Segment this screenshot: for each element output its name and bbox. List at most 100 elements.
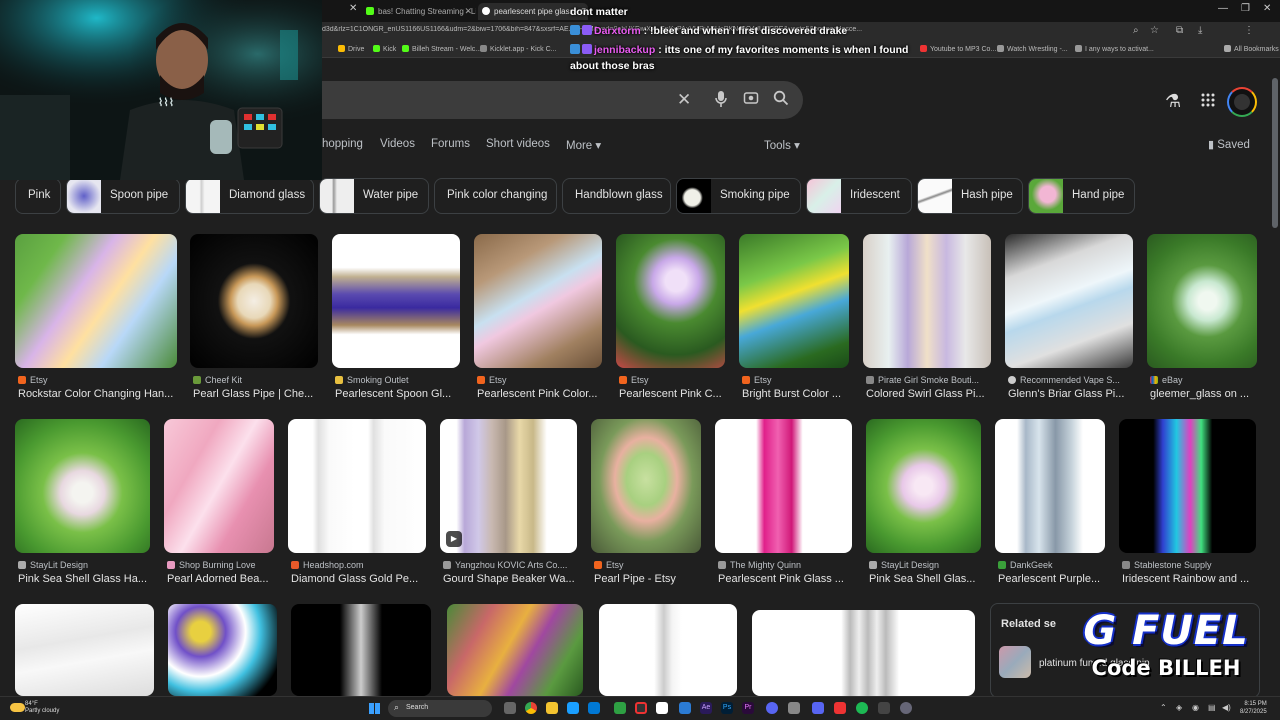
- premiere-icon[interactable]: Pr: [742, 702, 754, 714]
- maximize-icon[interactable]: ❐: [1241, 3, 1250, 14]
- tab-videos[interactable]: Videos: [380, 138, 415, 150]
- result-title[interactable]: Iridescent Rainbow and ...: [1122, 573, 1257, 585]
- chip-hand-pipe[interactable]: Hand pipe: [1028, 178, 1135, 214]
- result-image[interactable]: [15, 234, 177, 368]
- volume-icon[interactable]: ◀): [1222, 703, 1231, 712]
- result-image[interactable]: [168, 604, 277, 696]
- start-button-icon[interactable]: [369, 703, 380, 714]
- weather-widget[interactable]: 84°F Partly cloudy: [10, 701, 59, 715]
- result-image[interactable]: [715, 419, 852, 553]
- result-image[interactable]: [1147, 234, 1257, 368]
- browser-tab-chatting[interactable]: bas! Chatting Streaming - Liv ✕: [362, 3, 476, 20]
- tab-more[interactable]: More ▾: [566, 138, 601, 152]
- result-source[interactable]: Pirate Girl Smoke Bouti...: [866, 375, 979, 385]
- result-image[interactable]: [995, 419, 1105, 553]
- result-image[interactable]: [190, 234, 318, 368]
- voice-search-icon[interactable]: [714, 90, 728, 108]
- settings-gear-icon[interactable]: [900, 702, 912, 714]
- app-icon[interactable]: [679, 702, 691, 714]
- discord-icon[interactable]: [812, 702, 824, 714]
- result-image[interactable]: [591, 419, 701, 553]
- close-tab-icon[interactable]: ✕: [349, 3, 357, 14]
- app-icon[interactable]: [834, 702, 846, 714]
- result-source[interactable]: The Mighty Quinn: [718, 560, 801, 570]
- result-source[interactable]: DankGeek: [998, 560, 1053, 570]
- apps-grid-icon[interactable]: [1201, 91, 1215, 112]
- edge-icon[interactable]: [588, 702, 600, 714]
- account-avatar[interactable]: [1227, 87, 1257, 117]
- app-icon[interactable]: [656, 702, 668, 714]
- result-source[interactable]: Yangzhou KOVIC Arts Co....: [443, 560, 567, 570]
- result-title[interactable]: Pink Sea Shell Glass Ha...: [18, 573, 151, 585]
- scrollbar-thumb[interactable]: [1272, 78, 1278, 228]
- result-image[interactable]: [164, 419, 274, 553]
- result-image[interactable]: [866, 419, 981, 553]
- app-icon[interactable]: [878, 702, 890, 714]
- result-image[interactable]: [863, 234, 991, 368]
- chip-smoking-pipe[interactable]: Smoking pipe: [676, 178, 801, 214]
- chip-pink[interactable]: Pink: [15, 178, 61, 214]
- result-image[interactable]: [1119, 419, 1256, 553]
- result-source[interactable]: Headshop.com: [291, 560, 364, 570]
- result-image[interactable]: [474, 234, 602, 368]
- bookmark-kick[interactable]: Kick: [373, 45, 396, 53]
- tab-forums[interactable]: Forums: [431, 138, 470, 150]
- result-title[interactable]: Pearlescent Pink Color...: [477, 388, 603, 400]
- result-title[interactable]: Pearl Glass Pipe | Che...: [193, 388, 319, 400]
- chrome-icon[interactable]: [525, 702, 537, 714]
- result-image[interactable]: [739, 234, 849, 368]
- system-clock[interactable]: 8:15 PM 8/27/2025: [1240, 700, 1267, 716]
- bookmark-kicklet[interactable]: Kicklet.app - Kick C...: [480, 45, 557, 53]
- chip-pink-color-changing[interactable]: Pink color changing: [434, 178, 557, 214]
- result-title[interactable]: Gourd Shape Beaker Wa...: [443, 573, 578, 585]
- result-title[interactable]: Pearlescent Pink Glass ...: [718, 573, 853, 585]
- zoom-icon[interactable]: ⌕: [1133, 25, 1139, 36]
- bookmark-watch-wrestling[interactable]: Watch Wrestling -...: [997, 45, 1068, 53]
- spotify-icon[interactable]: [856, 702, 868, 714]
- result-image[interactable]: [1005, 234, 1133, 368]
- result-source[interactable]: Etsy: [594, 560, 624, 570]
- taskbar-search[interactable]: Search: [388, 700, 492, 717]
- chip-diamond-glass[interactable]: Diamond glass: [185, 178, 314, 214]
- task-view-icon[interactable]: [504, 702, 516, 714]
- minimize-icon[interactable]: —: [1218, 3, 1228, 14]
- bookmark-star-icon[interactable]: ☆: [1150, 25, 1159, 36]
- result-title[interactable]: Colored Swirl Glass Pi...: [866, 388, 992, 400]
- result-source[interactable]: Shop Burning Love: [167, 560, 256, 570]
- result-source[interactable]: Etsy: [619, 375, 649, 385]
- tools-button[interactable]: Tools ▾: [764, 138, 800, 152]
- result-source[interactable]: eBay: [1150, 375, 1183, 385]
- chip-hash-pipe[interactable]: Hash pipe: [917, 178, 1023, 214]
- result-image[interactable]: [288, 419, 426, 553]
- steam-icon[interactable]: [567, 702, 579, 714]
- close-tab-icon[interactable]: ✕: [464, 6, 472, 17]
- result-title[interactable]: gleemer_glass on ...: [1150, 388, 1258, 400]
- result-image[interactable]: [752, 610, 975, 696]
- file-explorer-icon[interactable]: [546, 702, 558, 714]
- search-input[interactable]: ✕: [300, 81, 803, 119]
- bookmark-youtube-mp3[interactable]: Youtube to MP3 Co...: [920, 45, 996, 53]
- image-search-icon[interactable]: [743, 90, 759, 106]
- result-source[interactable]: Recommended Vape S...: [1008, 375, 1120, 385]
- tab-short-videos[interactable]: Short videos: [486, 138, 550, 150]
- menu-dots-icon[interactable]: ⋮: [1244, 25, 1254, 36]
- obs-icon[interactable]: [635, 702, 647, 714]
- app-icon[interactable]: [766, 702, 778, 714]
- tray-app-icon[interactable]: ◉: [1192, 703, 1199, 712]
- download-icon[interactable]: ⤓: [1198, 25, 1202, 36]
- related-search-thumbnail[interactable]: [999, 646, 1031, 678]
- result-source[interactable]: StayLit Design: [869, 560, 939, 570]
- page-scrollbar[interactable]: [1272, 58, 1278, 696]
- result-source[interactable]: Etsy: [477, 375, 507, 385]
- app-icon[interactable]: [788, 702, 800, 714]
- chip-water-pipe[interactable]: Water pipe: [319, 178, 429, 214]
- result-image[interactable]: [291, 604, 431, 696]
- saved-button[interactable]: ▮ Saved: [1208, 138, 1250, 151]
- result-image[interactable]: [15, 604, 154, 696]
- all-bookmarks[interactable]: All Bookmarks: [1224, 45, 1279, 53]
- result-source[interactable]: Etsy: [18, 375, 48, 385]
- result-title[interactable]: Pearlescent Pink C...: [619, 388, 726, 400]
- result-title[interactable]: Rockstar Color Changing Han...: [18, 388, 178, 400]
- result-title[interactable]: Diamond Glass Gold Pe...: [291, 573, 427, 585]
- result-title[interactable]: Pearl Pipe - Etsy: [594, 573, 702, 585]
